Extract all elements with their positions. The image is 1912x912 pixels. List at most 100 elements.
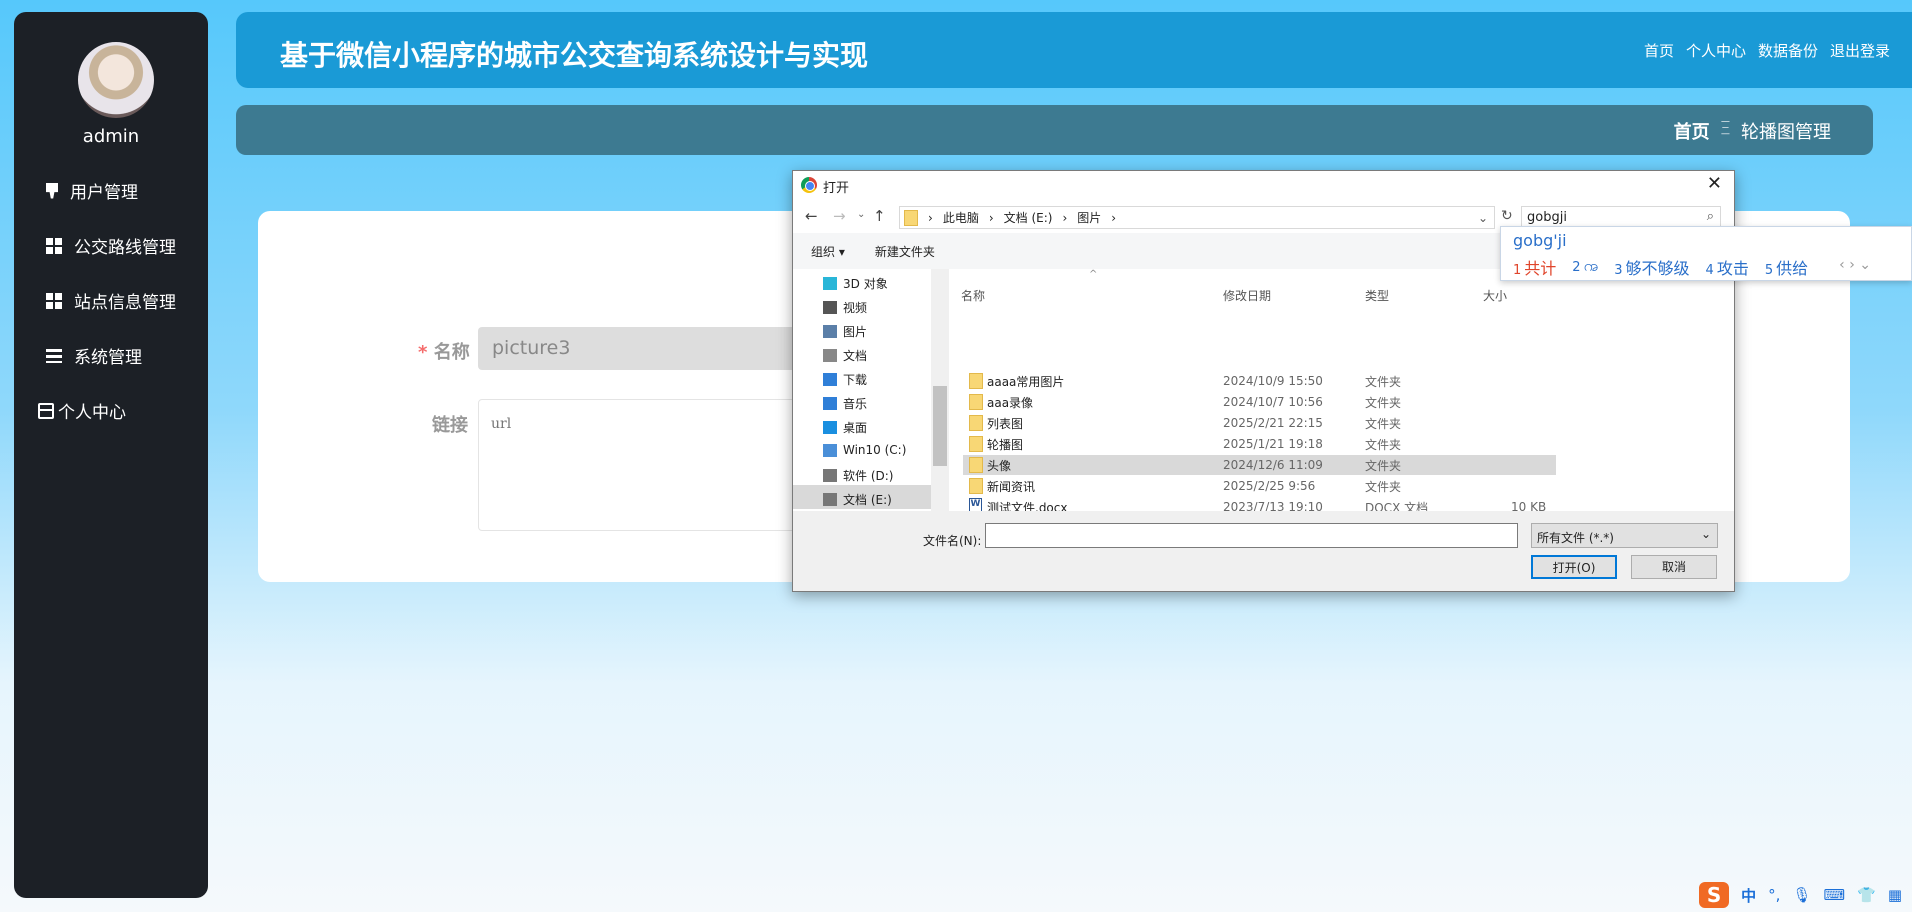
sidebar-item-profile[interactable]: 个人中心 — [38, 398, 126, 423]
label: 用户管理 — [70, 183, 138, 203]
candidate-number: 3 — [1614, 263, 1623, 278]
filetype-select[interactable]: 所有文件 (*.*) ⌄ — [1531, 523, 1718, 548]
file-row[interactable]: aaa录像 2024/10/7 10:56 文件夹 — [963, 392, 1556, 412]
nav-home[interactable]: 首页 — [1644, 40, 1674, 61]
nav-item[interactable]: 软件 (D:) — [823, 467, 893, 484]
ime-composition: gobg'ji — [1513, 231, 1567, 250]
avatar[interactable] — [78, 42, 154, 118]
label: 站点信息管理 — [74, 293, 176, 313]
ime-mode[interactable]: 中 — [1741, 885, 1756, 906]
sidebar-item-users[interactable]: 用户管理 — [46, 178, 138, 203]
link-input[interactable] — [478, 399, 818, 531]
search-value: gobgji — [1527, 210, 1567, 225]
chevron-down-icon[interactable]: ⌄ — [1478, 211, 1488, 225]
candidate-number: 2 — [1572, 260, 1581, 275]
label: 个人中心 — [58, 403, 126, 423]
card-icon — [38, 402, 54, 419]
name-input[interactable]: picture3 — [478, 327, 818, 370]
path-segment[interactable]: 此电脑 — [943, 209, 979, 226]
breadcrumb-home[interactable]: 首页 — [1674, 118, 1710, 144]
nav-item[interactable]: 文档 — [823, 347, 867, 364]
nav-scrollbar-thumb[interactable] — [933, 386, 947, 466]
file-date: 2025/1/21 19:18 — [1223, 437, 1323, 451]
file-type: 文件夹 — [1365, 458, 1402, 473]
col-size[interactable]: 大小 — [1483, 287, 1507, 304]
folder-icon — [969, 415, 983, 431]
nav-logout[interactable]: 退出登录 — [1830, 40, 1890, 61]
breadcrumb: 首页 Ξ 轮播图管理 — [1674, 118, 1831, 144]
drive-e-icon — [823, 493, 837, 506]
skin-icon[interactable]: 👕 — [1857, 886, 1876, 904]
nav-item[interactable]: 文档 (E:) — [823, 491, 892, 508]
sidebar-item-stations[interactable]: 站点信息管理 — [46, 288, 176, 313]
nav-label: Win10 (C:) — [843, 443, 907, 457]
ime-candidate[interactable]: 3 够不够级 — [1614, 255, 1689, 279]
folder-icon — [969, 373, 983, 389]
file-row[interactable]: 新闻资讯 2025/2/25 9:56 文件夹 — [963, 476, 1556, 496]
sidebar-item-routes[interactable]: 公交路线管理 — [46, 233, 176, 258]
search-icon: ⌕ — [1706, 209, 1714, 224]
nav-item[interactable]: 3D 对象 — [823, 275, 888, 292]
punct-mode[interactable]: °, — [1768, 886, 1780, 904]
header: 基于微信小程序的城市公交查询系统设计与实现 首页 个人中心 数据备份 退出登录 — [236, 12, 1912, 88]
name-label-text: 名称 — [433, 342, 470, 363]
filename-input[interactable] — [985, 523, 1518, 548]
nav-item[interactable]: 视频 — [823, 299, 867, 316]
nav-profile[interactable]: 个人中心 — [1686, 40, 1746, 61]
link-label: 链接 — [432, 415, 468, 436]
system-tray: S 中 °, 🎙 ⌨ 👕 ▦ — [1699, 882, 1902, 908]
ime-candidates: 1 共计 2 ꩠ 3 够不够级 4 攻击 5 供给 — [1513, 255, 1808, 279]
path-segment[interactable]: 文档 (E:) — [1004, 209, 1053, 226]
recent-chevron-icon[interactable]: ⌄ — [857, 209, 865, 220]
col-date[interactable]: 修改日期 — [1223, 287, 1271, 304]
col-name[interactable]: 名称 — [961, 287, 985, 304]
microphone-icon[interactable]: 🎙 — [1792, 886, 1811, 904]
close-button[interactable]: ✕ — [1707, 173, 1722, 194]
address-bar[interactable]: › 此电脑 › 文档 (E:) › 图片 › ⌄ — [899, 206, 1495, 229]
path-segment[interactable]: 图片 — [1077, 209, 1101, 226]
file-name: aaaa常用图片 — [987, 374, 1065, 389]
file-row[interactable]: 轮播图 2025/1/21 19:18 文件夹 — [963, 434, 1556, 454]
col-type[interactable]: 类型 — [1365, 287, 1389, 304]
nav-item[interactable]: 桌面 — [823, 419, 867, 436]
sidebar-item-system[interactable]: 系统管理 — [46, 343, 142, 368]
drive-c-icon — [823, 443, 837, 457]
refresh-icon[interactable]: ↻ — [1501, 208, 1513, 224]
ime-candidate[interactable]: 5 供给 — [1765, 255, 1808, 279]
sogou-ime-logo[interactable]: S — [1699, 882, 1730, 908]
candidate-text: 够不够级 — [1625, 259, 1690, 278]
file-row[interactable]: aaaa常用图片 2024/10/9 15:50 文件夹 — [963, 371, 1556, 391]
forward-icon[interactable]: → — [833, 207, 846, 225]
organize-button[interactable]: 组织 ▾ — [811, 243, 845, 259]
up-icon[interactable]: ↑ — [873, 207, 886, 225]
nav-item[interactable]: 下载 — [823, 371, 867, 388]
ime-candidate[interactable]: 2ꩠ — [1572, 255, 1598, 279]
file-name: 轮播图 — [987, 437, 1024, 452]
file-name: 列表图 — [987, 416, 1024, 431]
file-row[interactable]: 列表图 2025/2/21 22:15 文件夹 — [963, 413, 1556, 433]
sep: › — [1111, 210, 1117, 225]
new-folder-button[interactable]: 新建文件夹 — [875, 243, 935, 259]
nav-backup[interactable]: 数据备份 — [1758, 40, 1818, 61]
nav-label: 图片 — [843, 325, 868, 339]
folder-icon — [969, 394, 983, 410]
nav-item[interactable]: 图片 — [823, 323, 867, 340]
file-date: 2024/10/9 15:50 — [1223, 374, 1323, 388]
toolbox-icon[interactable]: ▦ — [1888, 886, 1902, 904]
file-date: 2025/2/21 22:15 — [1223, 416, 1323, 430]
back-icon[interactable]: ← — [805, 207, 818, 225]
nav-item[interactable]: 音乐 — [823, 395, 867, 412]
file-type: 文件夹 — [1365, 416, 1402, 431]
ime-candidate[interactable]: 4 攻击 — [1706, 255, 1749, 279]
grid-icon — [46, 292, 62, 309]
file-row[interactable]: 头像 2024/12/6 11:09 文件夹 — [963, 455, 1556, 475]
ime-page-icons[interactable]: ‹ › ⌄ — [1839, 257, 1871, 273]
ime-candidate[interactable]: 1 共计 — [1513, 255, 1556, 279]
cancel-button[interactable]: 取消 — [1631, 555, 1717, 579]
file-list: ^ 名称 修改日期 类型 大小 aaaa常用图片 2024/10/9 15:50 文… — [949, 269, 1734, 515]
nav-item[interactable]: Win10 (C:) — [823, 443, 906, 457]
nav-label: 文档 (E:) — [843, 493, 892, 507]
file-type: 文件夹 — [1365, 437, 1402, 452]
keyboard-icon[interactable]: ⌨ — [1823, 886, 1845, 904]
open-button[interactable]: 打开(O) — [1531, 555, 1617, 579]
